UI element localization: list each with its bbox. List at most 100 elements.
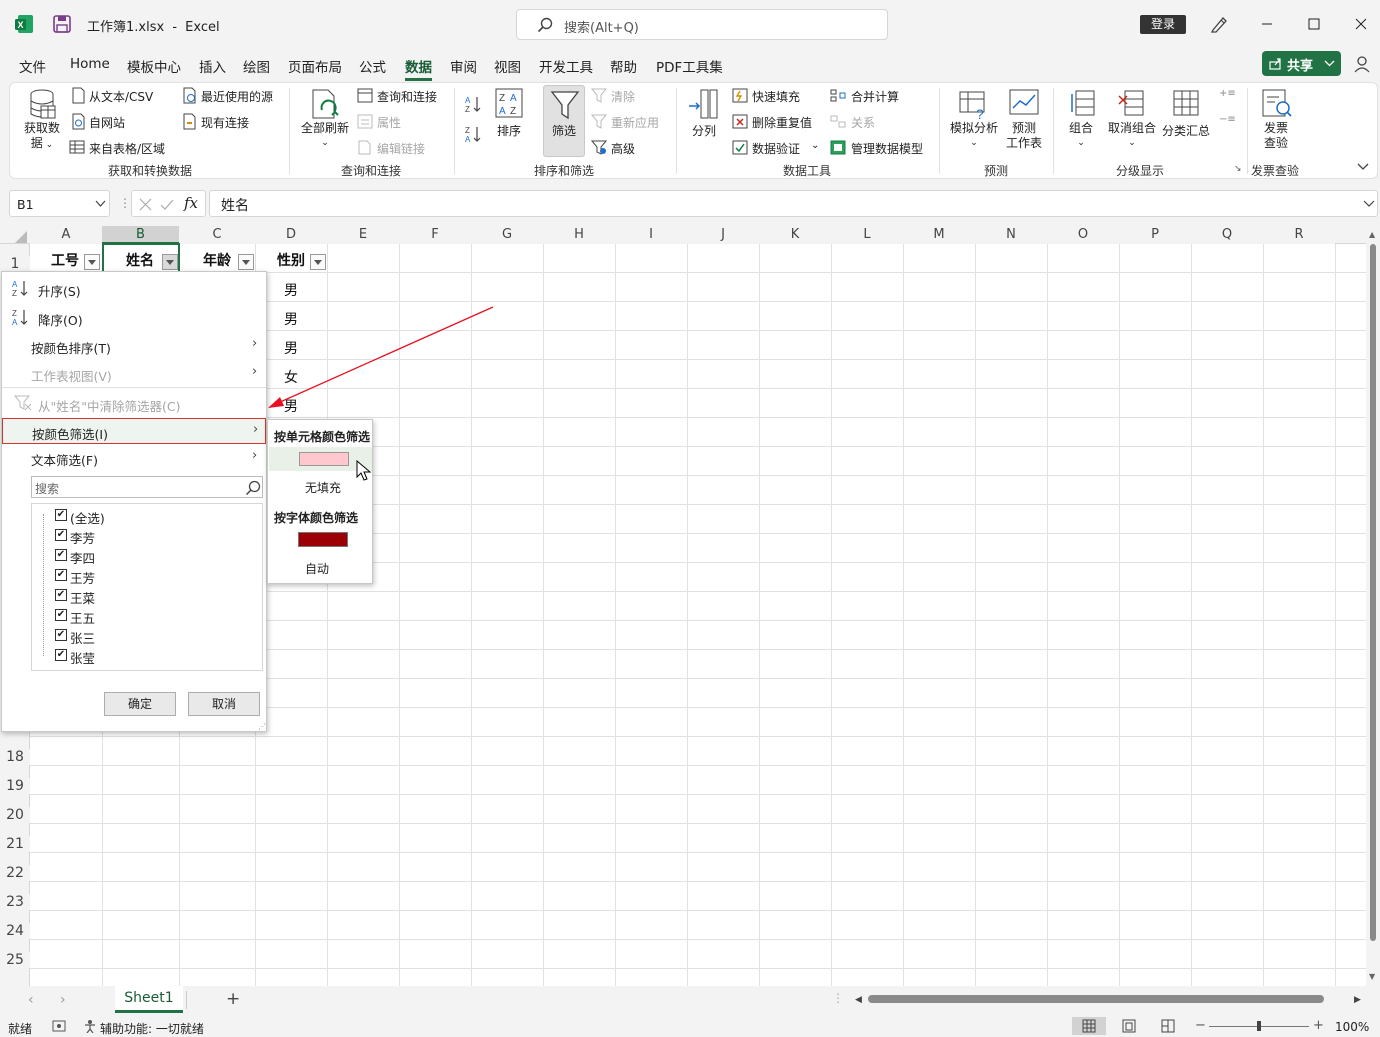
- dialog-launcher-icon[interactable]: ↘: [1234, 164, 1242, 174]
- menu-view[interactable]: 视图: [494, 56, 521, 76]
- row-header-20[interactable]: 20: [0, 807, 30, 823]
- column-header-o[interactable]: O: [1047, 226, 1119, 244]
- flash-fill-button[interactable]: 快速填充: [752, 88, 800, 105]
- column-header-c[interactable]: C: [179, 226, 255, 244]
- column-header-k[interactable]: K: [759, 226, 831, 244]
- menu-template[interactable]: 模板中心: [127, 56, 181, 76]
- column-header-g[interactable]: G: [471, 226, 543, 244]
- menu-file[interactable]: 文件: [19, 56, 46, 76]
- column-header-q[interactable]: Q: [1191, 226, 1263, 244]
- row-header-24[interactable]: 24: [0, 923, 30, 939]
- zoom-out-button[interactable]: −: [1195, 1018, 1206, 1033]
- forecast-sheet-button[interactable]: 预测 工作表: [1004, 121, 1044, 151]
- column-header-m[interactable]: M: [903, 226, 975, 244]
- scroll-right-icon[interactable]: ▶: [1354, 995, 1361, 1005]
- ok-button[interactable]: 确定: [104, 692, 176, 716]
- cancel-entry-icon[interactable]: [139, 198, 152, 211]
- page-break-view-icon[interactable]: [1161, 1019, 1175, 1033]
- horizontal-scroll-thumb[interactable]: [868, 995, 1324, 1003]
- menu-page-layout[interactable]: 页面布局: [288, 56, 342, 76]
- normal-view-button[interactable]: [1072, 1017, 1106, 1035]
- signin-button[interactable]: 登录: [1140, 15, 1186, 34]
- sort-button[interactable]: 排序: [497, 122, 521, 139]
- invoice-check-button[interactable]: 发票 查验: [1262, 121, 1290, 151]
- menu-help[interactable]: 帮助: [610, 56, 637, 76]
- pen-icon[interactable]: [1209, 14, 1229, 34]
- scroll-left-icon[interactable]: ◀: [855, 995, 862, 1005]
- from-table-button[interactable]: 来自表格/区域: [89, 140, 165, 157]
- row-header-23[interactable]: 23: [0, 894, 30, 910]
- data-validation-button[interactable]: 数据验证: [752, 140, 800, 157]
- menu-developer[interactable]: 开发工具: [539, 56, 593, 76]
- row-header-19[interactable]: 19: [0, 778, 30, 794]
- accessibility-icon[interactable]: [83, 1019, 97, 1033]
- tab-split-grip[interactable]: ⋮: [832, 991, 844, 1005]
- close-button[interactable]: [1338, 0, 1380, 48]
- column-header-l[interactable]: L: [831, 226, 903, 244]
- subtotal-button[interactable]: 分类汇总: [1162, 122, 1210, 139]
- consolidate-button[interactable]: 合并计算: [851, 88, 899, 105]
- data-model-button[interactable]: 管理数据模型: [851, 140, 923, 157]
- column-header-n[interactable]: N: [975, 226, 1047, 244]
- remove-duplicates-button[interactable]: 删除重复值: [752, 114, 812, 131]
- filter-dropdown-a[interactable]: [84, 254, 100, 270]
- checkbox-checked[interactable]: ✔: [55, 549, 67, 561]
- row-header-25[interactable]: 25: [0, 952, 30, 968]
- cell-b1[interactable]: 姓名: [126, 250, 154, 270]
- recent-sources-button[interactable]: 最近使用的源: [201, 88, 273, 105]
- sort-ascending-item[interactable]: AZ 升序(S): [2, 275, 266, 301]
- column-header-d[interactable]: D: [255, 226, 327, 244]
- row-header-1[interactable]: 1: [0, 256, 30, 272]
- column-header-b[interactable]: B: [102, 226, 179, 244]
- zoom-slider-thumb[interactable]: [1257, 1021, 1261, 1031]
- sheet-tab-sheet1[interactable]: Sheet1: [115, 986, 183, 1013]
- group-button[interactable]: 组合 ⌄: [1066, 121, 1096, 151]
- confirm-entry-icon[interactable]: [160, 198, 174, 211]
- name-box[interactable]: B1: [9, 190, 110, 217]
- from-text-button[interactable]: 从文本/CSV: [89, 88, 153, 105]
- text-filter-item[interactable]: 文本筛选(F) ›: [2, 444, 266, 470]
- what-if-button[interactable]: 模拟分析 ⌄: [949, 121, 999, 151]
- column-header-r[interactable]: R: [1263, 226, 1335, 244]
- row-header-18[interactable]: 18: [0, 749, 30, 765]
- checkbox-checked[interactable]: ✔: [55, 609, 67, 621]
- cell-c1[interactable]: 年龄: [203, 250, 231, 270]
- sort-descending-icon[interactable]: ZA: [465, 125, 483, 143]
- next-sheet-icon[interactable]: ›: [60, 992, 66, 1008]
- resize-grip-icon[interactable]: ⋰: [258, 722, 266, 731]
- text-to-columns-button[interactable]: 分列: [692, 122, 716, 139]
- row-header-21[interactable]: 21: [0, 836, 30, 852]
- scroll-down-icon[interactable]: ▼: [1369, 972, 1375, 981]
- auto-option[interactable]: 自动: [305, 560, 329, 577]
- checkbox-checked[interactable]: ✔: [55, 649, 67, 661]
- prev-sheet-icon[interactable]: ‹: [28, 992, 34, 1008]
- add-sheet-button[interactable]: +: [226, 989, 240, 1009]
- save-icon[interactable]: [53, 15, 71, 33]
- menu-formulas[interactable]: 公式: [359, 56, 386, 76]
- column-header-a[interactable]: A: [30, 226, 102, 244]
- filter-dropdown-d[interactable]: [310, 254, 326, 270]
- cancel-button[interactable]: 取消: [188, 692, 260, 716]
- ribbon-collapse-icon[interactable]: [1357, 162, 1369, 172]
- filter-button[interactable]: 筛选: [543, 85, 585, 157]
- chevron-down-icon[interactable]: ⌄: [811, 140, 819, 151]
- scroll-up-icon[interactable]: ▲: [1369, 230, 1375, 239]
- zoom-in-button[interactable]: +: [1313, 1018, 1324, 1033]
- macro-record-icon[interactable]: [52, 1020, 66, 1032]
- menu-draw[interactable]: 绘图: [243, 56, 270, 76]
- sort-ascending-icon[interactable]: AZ: [465, 95, 483, 113]
- zoom-level[interactable]: 100%: [1335, 1020, 1369, 1034]
- select-all-corner-icon[interactable]: [15, 231, 27, 243]
- hide-detail-icon[interactable]: −≡: [1219, 114, 1236, 126]
- chevron-down-icon[interactable]: [1363, 200, 1375, 208]
- column-header-f[interactable]: F: [399, 226, 471, 244]
- column-header-p[interactable]: P: [1119, 226, 1191, 244]
- menu-data[interactable]: 数据: [405, 56, 432, 81]
- cell-d1[interactable]: 性别: [277, 250, 305, 270]
- row-header-22[interactable]: 22: [0, 865, 30, 881]
- column-header-e[interactable]: E: [327, 226, 399, 244]
- accessibility-status[interactable]: 辅助功能: 一切就绪: [100, 1020, 204, 1037]
- queries-connections-button[interactable]: 查询和连接: [377, 88, 437, 105]
- vertical-scrollbar[interactable]: ▲ ▼: [1366, 226, 1380, 986]
- menu-pdf[interactable]: PDF工具集: [656, 56, 723, 76]
